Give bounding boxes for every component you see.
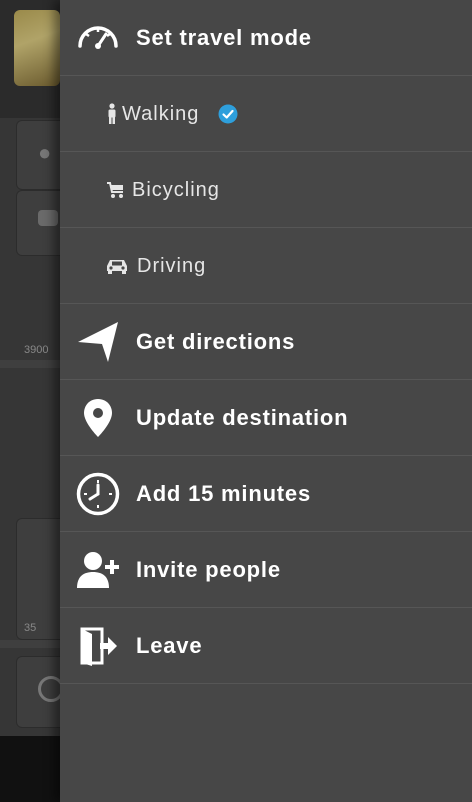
person-icon: ● bbox=[38, 140, 52, 165]
add-person-icon bbox=[76, 548, 120, 592]
side-menu: Set travel mode Walking Bicycling Drivin… bbox=[60, 0, 472, 802]
menu-item-get-directions[interactable]: Get directions bbox=[60, 304, 472, 380]
menu-item-label: Update destination bbox=[136, 405, 349, 430]
menu-item-walking[interactable]: Walking bbox=[60, 76, 472, 152]
avatar bbox=[14, 10, 60, 86]
menu-item-label: Bicycling bbox=[132, 179, 220, 201]
menu-item-set-travel-mode[interactable]: Set travel mode bbox=[60, 0, 472, 76]
location-pin-icon bbox=[76, 396, 120, 440]
menu-item-label: Walking bbox=[122, 103, 200, 125]
menu-item-add-15-minutes[interactable]: Add 15 minutes bbox=[60, 456, 472, 532]
clock-icon bbox=[76, 472, 120, 516]
menu-item-label: Driving bbox=[137, 255, 207, 277]
background-road bbox=[0, 640, 60, 648]
menu-item-bicycling[interactable]: Bicycling bbox=[60, 152, 472, 228]
speedometer-icon bbox=[76, 16, 120, 60]
checkmark-icon bbox=[218, 104, 238, 124]
menu-item-invite-people[interactable]: Invite people bbox=[60, 532, 472, 608]
bicycle-icon bbox=[104, 178, 128, 202]
map-label: 35 bbox=[24, 622, 37, 634]
menu-item-driving[interactable]: Driving bbox=[60, 228, 472, 304]
menu-item-update-destination[interactable]: Update destination bbox=[60, 380, 472, 456]
background-road bbox=[0, 360, 60, 368]
menu-item-label: Get directions bbox=[136, 329, 296, 354]
car-icon bbox=[104, 254, 130, 278]
menu-item-label: Invite people bbox=[136, 557, 281, 582]
menu-item-label: Add 15 minutes bbox=[136, 481, 312, 506]
menu-item-leave[interactable]: Leave bbox=[60, 608, 472, 684]
menu-item-label: Set travel mode bbox=[136, 25, 312, 50]
menu-item-label: Leave bbox=[136, 633, 203, 658]
navigation-arrow-icon bbox=[76, 320, 120, 364]
chat-icon bbox=[38, 210, 58, 226]
map-label: 3900 bbox=[24, 344, 49, 356]
exit-door-icon bbox=[76, 624, 120, 668]
walking-person-icon bbox=[100, 102, 124, 126]
